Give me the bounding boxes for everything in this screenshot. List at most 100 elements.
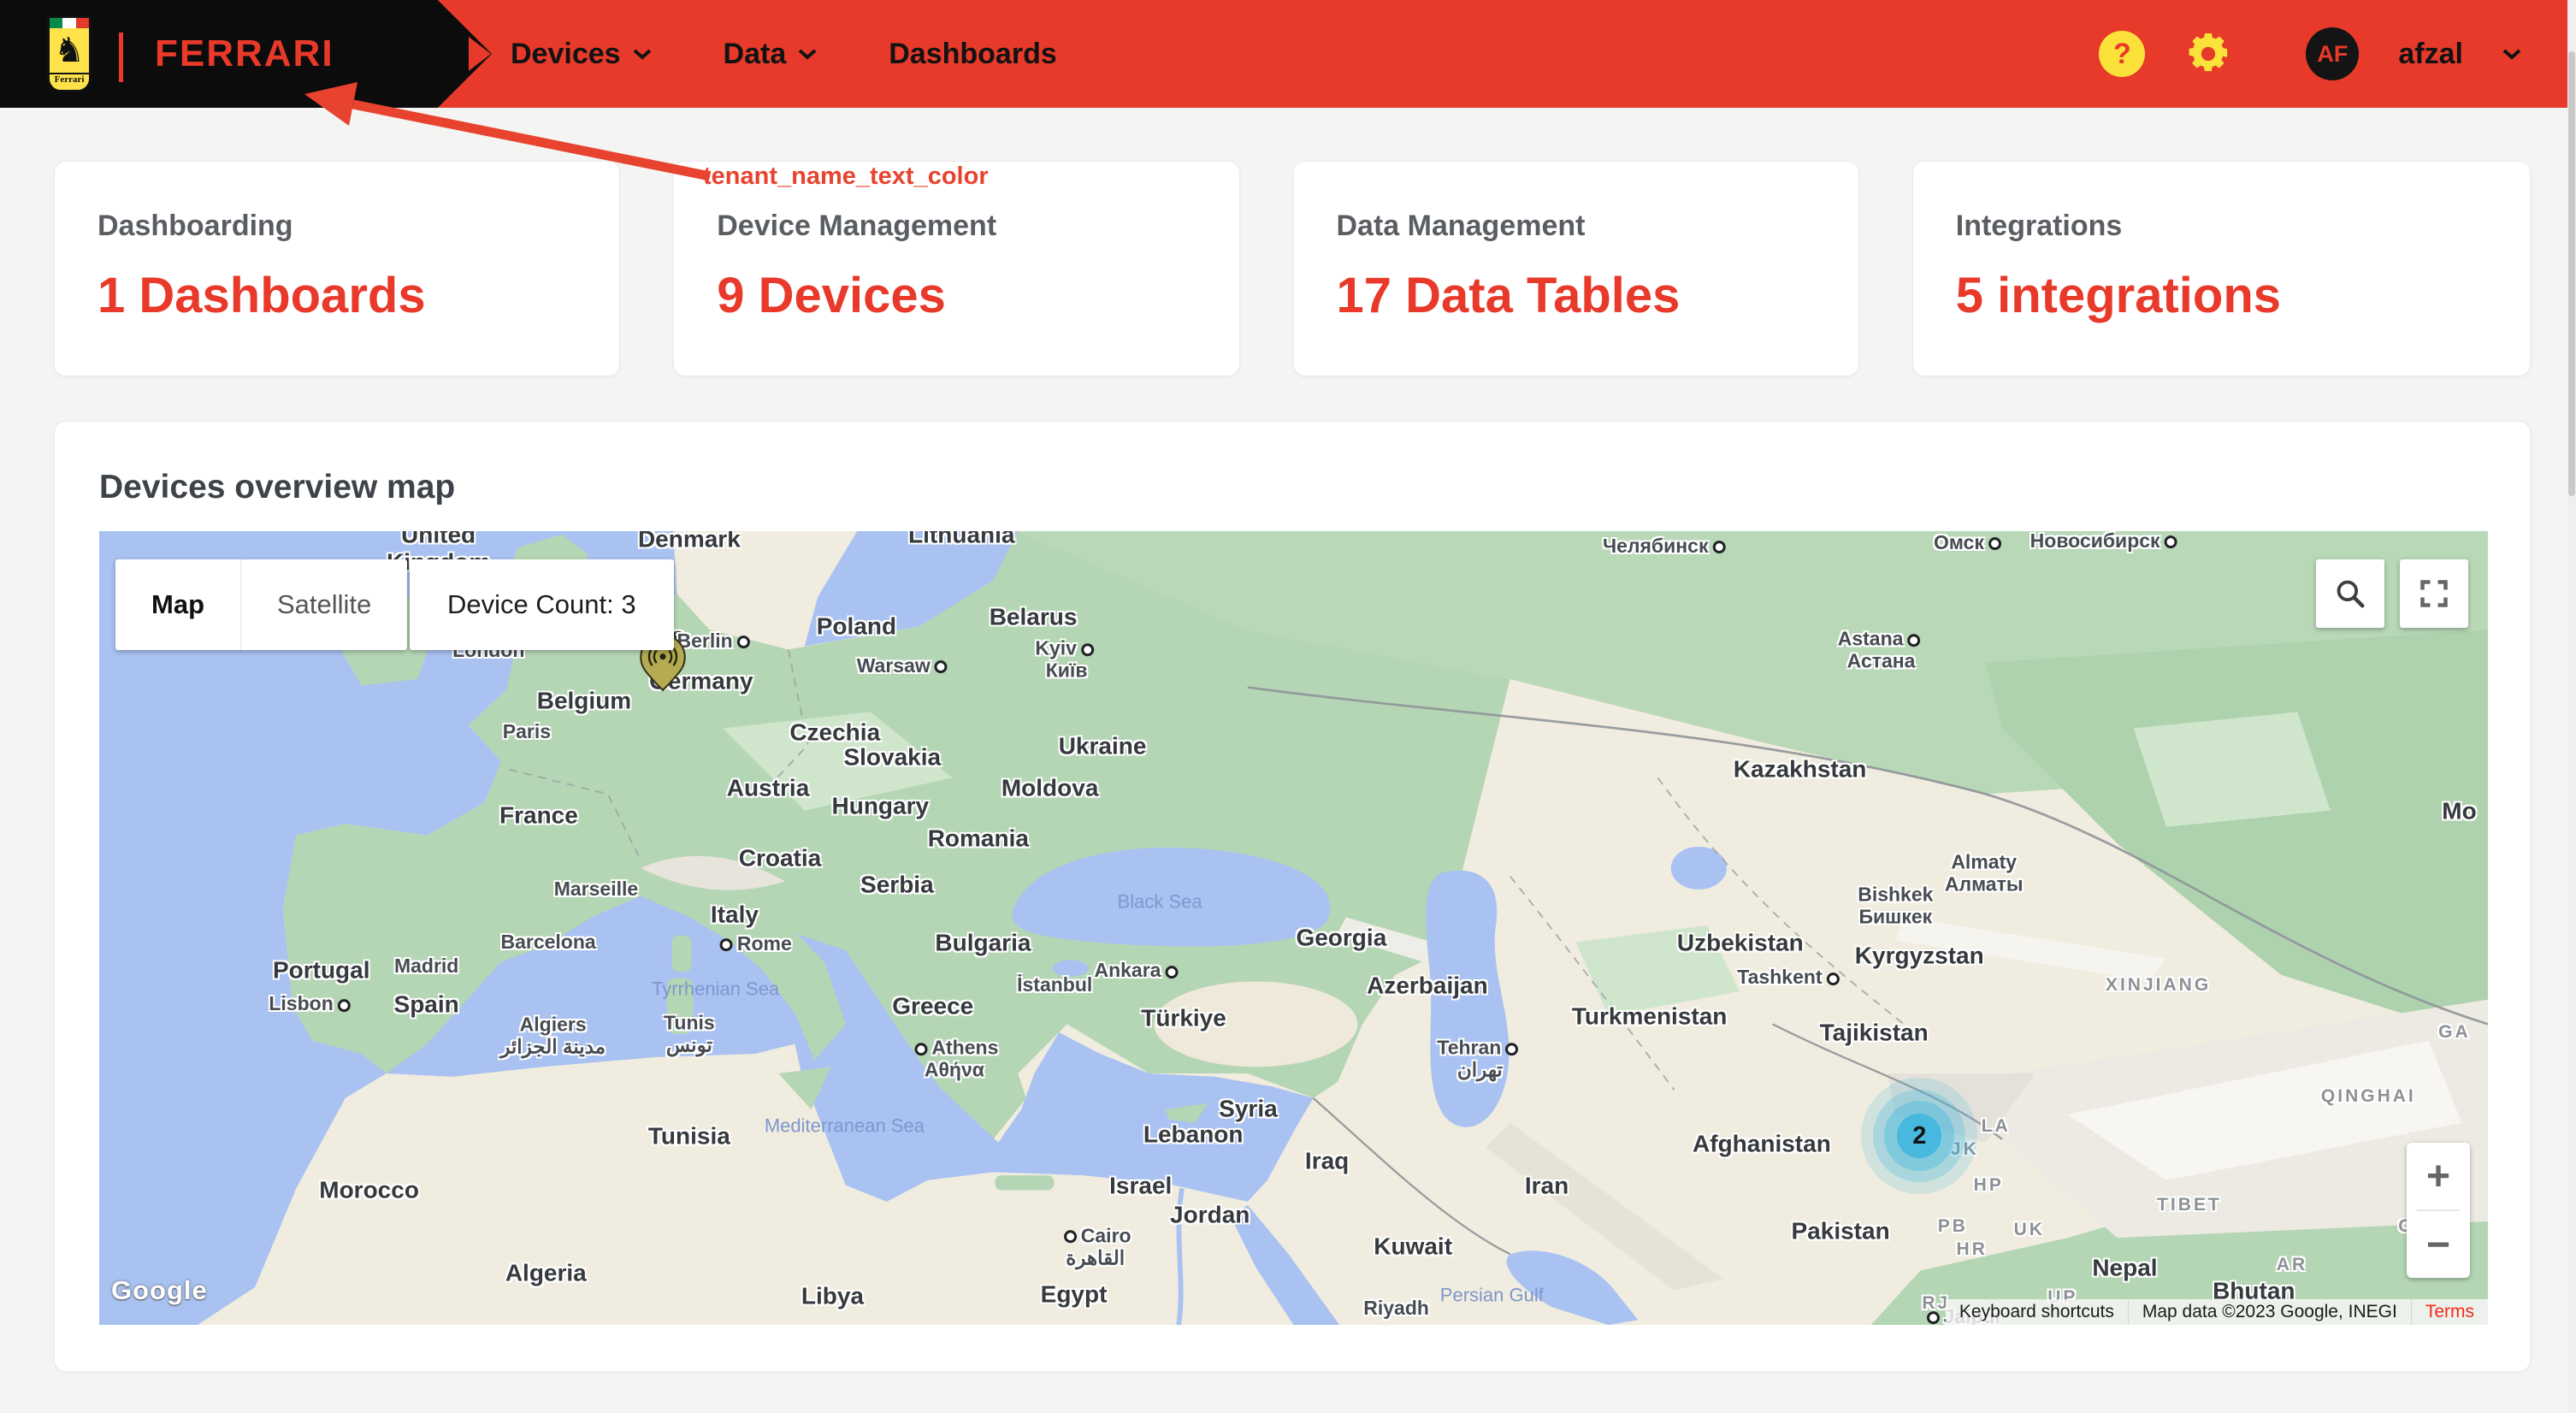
scrollbar[interactable]	[2567, 0, 2576, 1413]
map-label: GA	[2438, 1022, 2471, 1043]
map-label: Hungary	[832, 792, 930, 819]
stat-card-value: 9 Devices	[717, 267, 1238, 324]
map-fullscreen-button[interactable]	[2400, 559, 2468, 628]
map-type-map-button[interactable]: Map	[115, 559, 240, 650]
app-screen: ♞ Ferrari FERRARI Devices Data Dashboard…	[0, 0, 2576, 1413]
map-label: Türkiye	[1141, 1004, 1226, 1031]
map-label: Mediterranean Sea	[765, 1116, 925, 1138]
map-label: Marseille	[554, 878, 638, 901]
map-label: Turkmenistan	[1572, 1002, 1728, 1029]
map-label: Cairoالقاهرة	[1060, 1225, 1131, 1269]
stat-card-value: 1 Dashboards	[97, 267, 619, 324]
map-label: Italy	[711, 902, 759, 928]
map-label: Greece	[892, 992, 973, 1019]
stat-card-data-management: Data Management 17 Data Tables	[1293, 161, 1859, 376]
map-zoom-control: + −	[2407, 1143, 2470, 1278]
map-label: HP	[1974, 1175, 2004, 1196]
main-nav: Devices Data Dashboards	[511, 0, 1057, 108]
terms-link[interactable]: Terms	[2411, 1299, 2488, 1325]
brand-area: ♞ Ferrari FERRARI	[0, 0, 492, 108]
map-label: Kuwait	[1374, 1233, 1452, 1259]
map-label: Tunisia	[648, 1122, 730, 1149]
chevron-down-icon[interactable]	[2502, 48, 2521, 60]
map-label: Paris	[503, 721, 551, 743]
map-label: Czechia	[789, 718, 880, 745]
chevron-down-icon	[633, 48, 652, 60]
map-label: Israel	[1109, 1172, 1172, 1198]
map-label: Nepal	[2092, 1254, 2157, 1280]
map-label: Новосибирск	[2030, 531, 2182, 553]
map-label: Spain	[394, 990, 459, 1017]
map-label: Belgium	[537, 687, 631, 713]
map-card-title: Devices overview map	[99, 469, 455, 506]
map-label: France	[499, 802, 578, 829]
nav-item-dashboards[interactable]: Dashboards	[889, 38, 1057, 71]
map-label: İstanbul	[1017, 974, 1092, 996]
signal-icon	[660, 653, 666, 659]
map-label: Ankara	[1094, 960, 1182, 982]
logo-divider	[119, 33, 123, 82]
google-map[interactable]: UnitedKingdomDenmarkLithuaniaIrelandNeth…	[99, 531, 2488, 1325]
zoom-in-button[interactable]: +	[2407, 1143, 2470, 1209]
nav-item-data[interactable]: Data	[724, 38, 818, 71]
settings-gear-icon[interactable]	[2184, 30, 2232, 78]
stat-card-title: Data Management	[1337, 210, 1858, 243]
map-label: Mo	[2442, 797, 2476, 824]
map-label: Madrid	[394, 956, 458, 978]
map-label: Portugal	[273, 956, 370, 983]
map-label: Warsaw	[857, 655, 952, 677]
google-logo[interactable]: Google	[111, 1275, 208, 1306]
map-label: Tyrrhenian Sea	[652, 979, 779, 1001]
map-label: AR	[2277, 1256, 2307, 1276]
map-label: Челябинск	[1603, 535, 1730, 558]
map-label: LA	[1982, 1116, 2011, 1137]
search-icon	[2334, 577, 2366, 610]
map-label: Tehranتهران	[1437, 1037, 1522, 1081]
map-label: Ukraine	[1059, 733, 1147, 760]
tenant-name[interactable]: FERRARI	[155, 0, 334, 108]
stat-cards-row: Dashboarding 1 Dashboards Device Managem…	[54, 161, 2531, 376]
stat-card-integrations: Integrations 5 integrations	[1912, 161, 2531, 376]
top-navigation-bar: ♞ Ferrari FERRARI Devices Data Dashboard…	[0, 0, 2576, 108]
prancing-horse-icon: ♞	[50, 28, 89, 73]
map-label: KyivКиїв	[1035, 638, 1098, 683]
ferrari-logo[interactable]: ♞ Ferrari	[47, 15, 92, 92]
user-name[interactable]: afzal	[2398, 38, 2463, 71]
nav-item-devices[interactable]: Devices	[511, 38, 652, 71]
map-label: Afghanistan	[1693, 1131, 1831, 1157]
map-type-satellite-button[interactable]: Satellite	[240, 559, 407, 650]
device-cluster-marker[interactable]: 2	[1897, 1114, 1941, 1158]
map-label: AlmatyАлматы	[1945, 851, 2024, 896]
map-label: Algiersمدينة الجزائر	[500, 1014, 606, 1058]
header-actions: ? AF afzal	[2099, 0, 2521, 108]
map-label: Barcelona	[500, 931, 595, 954]
help-button[interactable]: ?	[2099, 31, 2145, 77]
map-label: Tunisتونس	[664, 1013, 715, 1057]
stat-card-title: Device Management	[717, 210, 1238, 243]
wedge-tip-decoration	[469, 37, 491, 71]
map-label: PB	[1938, 1216, 1968, 1237]
map-label: Syria	[1219, 1095, 1278, 1121]
scrollbar-thumb[interactable]	[2568, 51, 2575, 496]
map-label: Berlin	[677, 630, 754, 653]
user-avatar[interactable]: AF	[2306, 27, 2359, 80]
map-label: Moldova	[1001, 774, 1099, 801]
map-search-button[interactable]	[2316, 559, 2384, 628]
annotation-label: tenant_name_text_color	[703, 163, 989, 191]
stat-card-value: 5 integrations	[1956, 267, 2530, 324]
fullscreen-icon	[2419, 578, 2449, 609]
map-label: Bulgaria	[935, 929, 1031, 955]
map-label: Slovakia	[843, 743, 941, 770]
keyboard-shortcuts-link[interactable]: Keyboard shortcuts	[1946, 1299, 2128, 1325]
map-label: Uzbekistan	[1677, 929, 1804, 955]
map-label: Croatia	[739, 845, 821, 872]
zoom-out-button[interactable]: −	[2407, 1211, 2470, 1278]
map-label: Poland	[817, 613, 896, 640]
ferrari-flag-stripes	[50, 18, 89, 28]
map-label: Омск	[1934, 532, 2006, 554]
map-label: Belarus	[990, 604, 1078, 630]
map-label: Lithuania	[908, 531, 1014, 547]
map-label: Rome	[716, 933, 792, 955]
map-labels: UnitedKingdomDenmarkLithuaniaIrelandNeth…	[99, 531, 2488, 1325]
map-label: Egypt	[1041, 1280, 1108, 1307]
